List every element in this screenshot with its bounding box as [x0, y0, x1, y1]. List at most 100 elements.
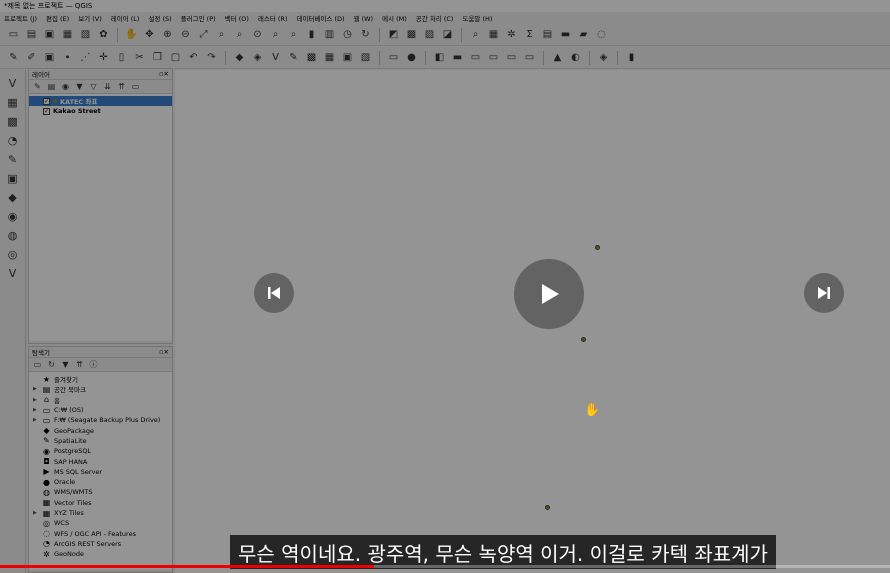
- browser-item[interactable]: ▦ Vector Tiles: [29, 498, 172, 508]
- next-video-button[interactable]: [804, 273, 844, 313]
- add-group-icon[interactable]: ▤: [46, 81, 57, 92]
- browser-item[interactable]: ◔ ArcGIS REST Servers: [29, 539, 172, 549]
- pan-to-selection-icon[interactable]: ✥: [142, 27, 157, 42]
- expand-arrow-icon[interactable]: ▶: [33, 397, 39, 403]
- menu-item[interactable]: 프로젝트 (J): [4, 13, 37, 23]
- browser-item[interactable]: ◆ GeoPackage: [29, 425, 172, 435]
- add-delimited-icon[interactable]: V: [268, 50, 283, 65]
- map-point-feature[interactable]: [545, 505, 550, 510]
- vertex-tool-icon[interactable]: ⋰: [78, 50, 93, 65]
- browser-item[interactable]: ▶ MS SQL Server: [29, 467, 172, 477]
- pencil-icon[interactable]: ✐: [24, 50, 39, 65]
- browser-item[interactable]: ◎ WCS: [29, 518, 172, 528]
- new-project-icon[interactable]: ▭: [6, 27, 21, 42]
- add-wcs-icon[interactable]: ▣: [5, 171, 20, 186]
- browser-item[interactable]: ◉ PostgreSQL: [29, 446, 172, 456]
- filter-icon[interactable]: ▼: [60, 359, 71, 370]
- browser-item[interactable]: ▶ ▭ F:₩ (Seagate Backup Plus Drive): [29, 415, 172, 425]
- deselect-icon[interactable]: ▨: [422, 27, 437, 42]
- bookmark-new-icon[interactable]: ▮: [304, 27, 319, 42]
- add-vector-icon[interactable]: ◆: [232, 50, 247, 65]
- filter-map-icon[interactable]: ▽: [88, 81, 99, 92]
- panel-close-icon[interactable]: ▫✕: [159, 348, 169, 356]
- zoom-last-icon[interactable]: ⌕: [268, 27, 283, 42]
- previous-video-button[interactable]: [254, 273, 294, 313]
- zoom-layer-icon[interactable]: ⌕: [232, 27, 247, 42]
- menu-item[interactable]: 설정 (S): [148, 13, 171, 23]
- help-icon[interactable]: ▮: [624, 50, 639, 65]
- label-rotate-icon[interactable]: ▭: [486, 50, 501, 65]
- expand-arrow-icon[interactable]: ▶: [33, 417, 39, 423]
- add-selected-icon[interactable]: ▭: [32, 359, 43, 370]
- move-feature-icon[interactable]: ✛: [96, 50, 111, 65]
- label-show-icon[interactable]: ▭: [522, 50, 537, 65]
- menu-item[interactable]: 도움말 (H): [462, 13, 492, 23]
- browser-item[interactable]: ◌ WFS / OGC API - Features: [29, 528, 172, 538]
- add-wfs-layer-icon[interactable]: ◍: [5, 228, 20, 243]
- menu-item[interactable]: 보기 (V): [78, 13, 102, 23]
- menu-item[interactable]: 웹 (W): [354, 13, 374, 23]
- visibility-eye-icon[interactable]: ◉: [60, 81, 71, 92]
- menu-item[interactable]: 데이터베이스 (D): [297, 13, 345, 23]
- expand-arrow-icon[interactable]: ▶: [33, 386, 39, 392]
- cut-icon[interactable]: ✂: [132, 50, 147, 65]
- save-as-icon[interactable]: ▦: [60, 27, 75, 42]
- zoom-selection-icon[interactable]: ⌕: [214, 27, 229, 42]
- layer-item[interactable]: ✓ Kakao Street: [29, 106, 172, 116]
- collapse-all-icon[interactable]: ⇈: [116, 81, 127, 92]
- paste-icon[interactable]: ▢: [168, 50, 183, 65]
- info-icon[interactable]: ⓘ: [88, 359, 99, 370]
- processing-icon[interactable]: ▲: [550, 50, 565, 65]
- add-wms-icon[interactable]: ▦: [322, 50, 337, 65]
- bookmarks-icon[interactable]: ▥: [322, 27, 337, 42]
- annotation-icon[interactable]: ▰: [576, 27, 591, 42]
- select-features-icon[interactable]: ▩: [404, 27, 419, 42]
- edit-pencil-icon[interactable]: ✎: [6, 50, 21, 65]
- search-icon[interactable]: ⌕: [468, 27, 483, 42]
- browser-item[interactable]: ▶ ▤ 공간 북마크: [29, 384, 172, 395]
- add-delimited-text-icon[interactable]: V: [5, 76, 20, 91]
- save-project-icon[interactable]: ▣: [42, 27, 57, 42]
- open-project-icon[interactable]: ▤: [24, 27, 39, 42]
- style-icon[interactable]: ✎: [32, 81, 43, 92]
- menu-item[interactable]: 래스터 (R): [258, 13, 288, 23]
- expand-arrow-icon[interactable]: ▶: [33, 510, 39, 516]
- temporal-icon[interactable]: ◷: [340, 27, 355, 42]
- browser-item[interactable]: ✲ GeoNode: [29, 549, 172, 559]
- video-progress-bar[interactable]: [0, 565, 890, 568]
- zoom-native-icon[interactable]: ⊙: [250, 27, 265, 42]
- browser-item[interactable]: ◘ SAP HANA: [29, 456, 172, 466]
- menu-item[interactable]: 메시 (M): [382, 13, 407, 23]
- add-feature-icon[interactable]: ∙: [60, 50, 75, 65]
- label-pin-icon[interactable]: ●: [404, 50, 419, 65]
- menu-item[interactable]: 벡터 (O): [225, 13, 249, 23]
- label-change-icon[interactable]: ▭: [504, 50, 519, 65]
- add-raster-icon[interactable]: ◈: [250, 50, 265, 65]
- diagram-icon[interactable]: ◧: [432, 50, 447, 65]
- add-wms-layer-icon[interactable]: ◉: [5, 209, 20, 224]
- settings-gear-icon[interactable]: ✲: [504, 27, 519, 42]
- save-edits-icon[interactable]: ▣: [42, 50, 57, 65]
- collapse-all-icon[interactable]: ⇈: [74, 359, 85, 370]
- filter-icon[interactable]: ▼: [74, 81, 85, 92]
- browser-item[interactable]: ▶ ▭ C:₩ (OS): [29, 405, 172, 415]
- zoom-in-icon[interactable]: ⊕: [160, 27, 175, 42]
- select-location-icon[interactable]: ◪: [440, 27, 455, 42]
- browser-item[interactable]: ★ 즐겨찾기: [29, 374, 172, 385]
- plugins-icon[interactable]: ◐: [568, 50, 583, 65]
- attribute-table-icon[interactable]: ▦: [486, 27, 501, 42]
- panel-close-icon[interactable]: ▫✕: [159, 70, 169, 78]
- add-wfs-icon[interactable]: ▧: [358, 50, 373, 65]
- layer-checkbox[interactable]: ✓: [43, 107, 50, 115]
- label-highlight-icon[interactable]: ▬: [450, 50, 465, 65]
- zoom-full-icon[interactable]: ⤢: [196, 27, 211, 42]
- map-point-feature[interactable]: [595, 245, 600, 250]
- add-postgis-icon[interactable]: ◆: [5, 190, 20, 205]
- new-shapefile-icon[interactable]: V: [5, 266, 20, 281]
- add-arcgis-icon[interactable]: ◎: [5, 247, 20, 262]
- new-layer-icon[interactable]: ✎: [286, 50, 301, 65]
- map-point-feature[interactable]: [581, 337, 586, 342]
- browser-item[interactable]: ✎ SpatiaLite: [29, 436, 172, 446]
- remove-layer-icon[interactable]: ▭: [130, 81, 141, 92]
- zoom-out-icon[interactable]: ⊖: [178, 27, 193, 42]
